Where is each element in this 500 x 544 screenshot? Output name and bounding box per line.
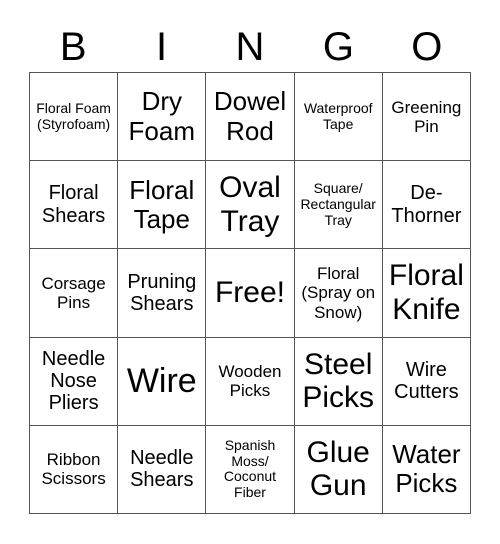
cell-text: Floral Tape <box>129 174 195 234</box>
cell-text: Corsage Pins <box>41 273 106 312</box>
cell-text: Floral (Spray on Snow) <box>301 264 376 322</box>
bingo-cell[interactable]: Needle Shears <box>118 425 207 514</box>
cell-text: Needle Shears <box>130 447 194 492</box>
bingo-cell[interactable]: Water Picks <box>382 425 471 514</box>
bingo-cell[interactable]: Floral (Spray on Snow) <box>294 249 383 338</box>
cell-text: Wooden Picks <box>218 362 282 401</box>
cell-text: Wire <box>126 362 197 401</box>
bingo-cell[interactable]: Pruning Shears <box>118 249 207 338</box>
cell-text: De- Thorner <box>391 182 462 227</box>
bingo-cell[interactable]: Wooden Picks <box>206 337 295 426</box>
cell-text: Waterproof Tape <box>303 99 373 132</box>
bingo-cell[interactable]: Waterproof Tape <box>294 73 383 162</box>
bingo-cell[interactable]: Floral Knife <box>382 249 471 338</box>
bingo-cell[interactable]: Dry Foam <box>118 73 207 162</box>
cell-text: Needle Nose Pliers <box>41 347 106 415</box>
cell-text: Dowel Rod <box>213 86 287 146</box>
cell-text: Spanish Moss/ Coconut Fiber <box>223 437 277 501</box>
bingo-cell[interactable]: Floral Foam (Styrofoam) <box>30 73 119 162</box>
cell-text: Oval Tray <box>219 171 281 238</box>
bingo-cell[interactable]: Steel Picks <box>294 337 383 426</box>
cell-text: Floral Shears <box>41 182 106 227</box>
header-letter-i: I <box>156 25 168 69</box>
bingo-cell[interactable]: Spanish Moss/ Coconut Fiber <box>206 425 295 514</box>
bingo-cell[interactable]: Floral Shears <box>30 161 119 250</box>
cell-text: Ribbon Scissors <box>41 450 106 489</box>
cell-text: Glue Gun <box>306 435 370 503</box>
bingo-cell[interactable]: Floral Tape <box>118 161 207 250</box>
header-letter-o: O <box>411 25 443 69</box>
header-letter-g: G <box>322 25 354 69</box>
bingo-cell[interactable]: Wire <box>118 337 207 426</box>
bingo-cell[interactable]: Corsage Pins <box>30 249 119 338</box>
cell-text: Wire Cutters <box>394 358 459 404</box>
bingo-grid: Floral Foam (Styrofoam) Dry Foam Dowel R… <box>29 72 471 514</box>
free-space-cell[interactable]: Free! <box>206 249 295 338</box>
cell-text: Water Picks <box>392 439 461 499</box>
cell-text: Floral Knife <box>388 259 464 326</box>
header-letter-n: N <box>235 25 265 69</box>
cell-text: Square/ Rectangular Tray <box>300 180 376 228</box>
bingo-cell[interactable]: Glue Gun <box>294 425 383 514</box>
bingo-cell[interactable]: Ribbon Scissors <box>30 425 119 514</box>
cell-text: Pruning Shears <box>127 270 197 315</box>
bingo-cell[interactable]: Needle Nose Pliers <box>30 337 119 426</box>
bingo-cell[interactable]: Square/ Rectangular Tray <box>294 161 383 250</box>
cell-text: Floral Foam (Styrofoam) <box>36 99 111 132</box>
bingo-cell[interactable]: Oval Tray <box>206 161 295 250</box>
header-letter-b: B <box>59 25 87 69</box>
free-space-text: Free! <box>214 276 285 310</box>
bingo-cell[interactable]: Wire Cutters <box>382 337 471 426</box>
bingo-cell[interactable]: Greening Pin <box>382 73 471 162</box>
bingo-cell[interactable]: Dowel Rod <box>206 73 295 162</box>
cell-text: Dry Foam <box>128 86 196 146</box>
bingo-header: B I N G O <box>29 22 471 72</box>
bingo-cell[interactable]: De- Thorner <box>382 161 471 250</box>
cell-text: Greening Pin <box>391 97 462 136</box>
cell-text: Steel Picks <box>302 347 375 415</box>
